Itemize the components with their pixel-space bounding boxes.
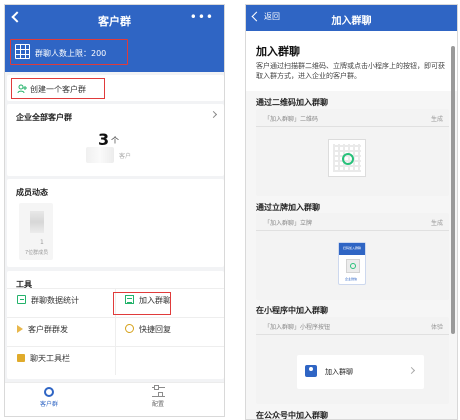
group-broadcast-label: 客户群群发 (28, 325, 68, 334)
standee-card: 「加入群聊」立牌 生成 扫码加入群聊 企业微信 (256, 213, 449, 300)
standee-footer: 企业微信 (345, 277, 358, 281)
all-groups-title: 企业全部客户群 (16, 113, 72, 122)
join-group-intro: 加入群聊 客户通过扫描群二维码、立牌或点击小程序上的按钮，即可获取入群方式，进入… (246, 31, 457, 91)
chat-toolbar-label: 聊天工具栏 (30, 354, 70, 363)
tools-row-3: 聊天工具栏 (7, 346, 224, 375)
create-group-button[interactable]: 创建一个客户群 (11, 78, 105, 99)
tab-customer-groups[interactable]: 客户群 (19, 387, 79, 408)
mini-program-card-header: 「加入群聊」小程序按钮 体验 (256, 317, 449, 335)
generate-standee-button[interactable]: 生成 (431, 218, 443, 227)
right-phone-screen: 返回 加入群聊 加入群聊 客户通过扫描群二维码、立牌或点击小程序上的按钮，即可获… (245, 4, 458, 420)
toolbar-icon (17, 354, 25, 362)
customer-groups-header: 客户群 ••• (5, 5, 224, 35)
quick-reply-tool[interactable]: 快捷回复 (125, 324, 171, 335)
wecom-logo-icon (342, 153, 354, 165)
all-customer-groups-card[interactable]: 企业全部客户群 3 个 客户 (7, 104, 224, 176)
join-group-header: 返回 加入群聊 (246, 5, 457, 31)
qr-card: 「加入群聊」二维码 生成 (256, 109, 449, 196)
standee-top-text: 扫码加入群聊 (339, 243, 365, 255)
qr-card-label: 「加入群聊」二维码 (264, 116, 319, 123)
chevron-right-icon (407, 366, 416, 375)
mini-program-section-title: 在小程序中加入群聊 (256, 306, 328, 315)
bottom-tab-bar: 客户群 配置 (5, 382, 224, 416)
group-limit-banner: 群聊人数上限：200 (5, 35, 224, 72)
qr-code-preview (328, 139, 366, 177)
create-group-label: 创建一个客户群 (30, 85, 86, 94)
join-group-heading: 加入群聊 (256, 45, 300, 58)
page-title: 加入群聊 (331, 16, 372, 27)
tools-row-2: 客户群群发 快捷回复 (7, 317, 224, 346)
tab-settings[interactable]: 配置 (128, 385, 188, 408)
group-caption: 客户 (119, 153, 132, 160)
quick-reply-label: 快捷回复 (139, 325, 171, 334)
member-tile[interactable]: 1 7位群成员 (19, 203, 53, 260)
member-count: 1 (40, 239, 44, 246)
megaphone-icon (17, 325, 23, 333)
standee-qr (346, 259, 360, 273)
generate-qr-button[interactable]: 生成 (431, 114, 443, 123)
reply-icon (125, 324, 134, 333)
member-activity-title: 成员动态 (16, 188, 48, 197)
standee-section-title: 通过立牌加入群聊 (256, 203, 320, 212)
tools-card: 工具 群聊数据统计 加入群聊 客户群群发 快捷回复 聊天工具栏 (7, 271, 224, 379)
join-group-description: 客户通过扫描群二维码、立牌或点击小程序上的按钮，即可获取入群方式，进入企业的客户… (256, 62, 445, 80)
mini-program-join-button[interactable]: 加入群聊 (297, 355, 424, 389)
qr-card-header: 「加入群聊」二维码 生成 (256, 109, 449, 127)
group-avatar-icon (305, 365, 317, 377)
more-icon[interactable]: ••• (190, 11, 214, 23)
standee-card-label: 「加入群聊」立牌 (264, 220, 313, 227)
mini-program-card-label: 「加入群聊」小程序按钮 (264, 324, 331, 331)
member-caption: 7位群成员 (25, 250, 49, 256)
join-group-highlight (113, 292, 171, 315)
people-icon (44, 387, 54, 397)
standee-card-header: 「加入群聊」立牌 生成 (256, 213, 449, 231)
person-plus-icon (17, 84, 27, 94)
group-stats-label: 群聊数据统计 (31, 296, 79, 305)
chat-toolbar-tool[interactable]: 聊天工具栏 (17, 353, 70, 364)
blurred-group-preview (86, 147, 114, 163)
standee-preview: 扫码加入群聊 企业微信 (338, 242, 366, 285)
scrollbar[interactable] (451, 46, 455, 334)
tab-customer-groups-label: 客户群 (39, 401, 58, 408)
mini-program-card: 「加入群聊」小程序按钮 体验 加入群聊 (256, 317, 449, 404)
create-group-row: 创建一个客户群 (7, 75, 224, 101)
grid-icon (15, 44, 30, 59)
qr-section-title: 通过二维码加入群聊 (256, 98, 328, 107)
group-limit-text: 群聊人数上限：200 (35, 49, 107, 58)
group-broadcast-tool[interactable]: 客户群群发 (17, 324, 68, 335)
try-mini-program-button[interactable]: 体验 (431, 322, 443, 331)
chevron-right-icon (209, 110, 218, 119)
group-limit-box: 群聊人数上限：200 (10, 39, 128, 65)
chart-icon (17, 295, 26, 304)
wecom-logo-icon (350, 263, 356, 269)
group-stats-tool[interactable]: 群聊数据统计 (17, 295, 79, 306)
settings-sliders-icon (151, 385, 165, 397)
group-count-unit: 个 (111, 136, 119, 145)
mini-program-join-label: 加入群聊 (325, 368, 353, 376)
tab-settings-label: 配置 (151, 401, 164, 408)
left-phone-screen: 客户群 ••• 群聊人数上限：200 创建一个客户群 企业全部客户群 3 个 客… (4, 4, 225, 417)
blurred-member-avatar (30, 211, 44, 233)
member-activity-card: 成员动态 1 7位群成员 (7, 179, 224, 267)
official-account-section-title: 在公众号中加入群聊 (256, 411, 328, 420)
